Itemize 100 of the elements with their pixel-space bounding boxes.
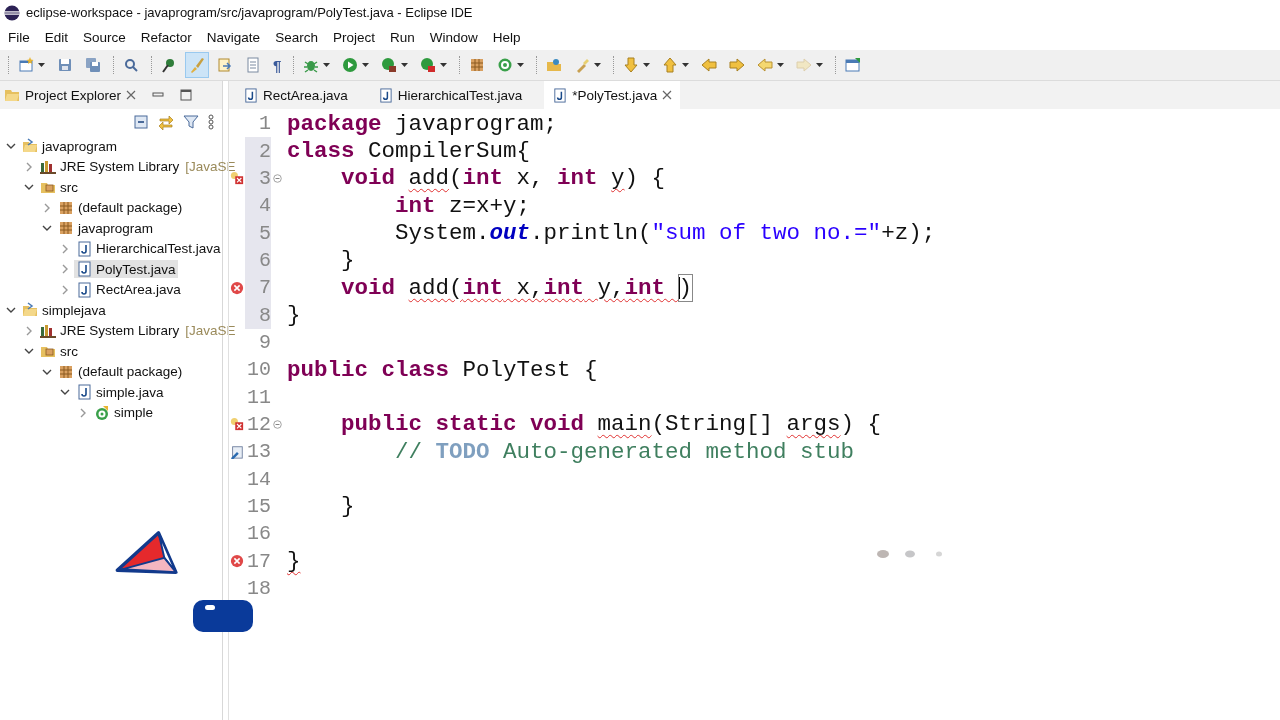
- run-coverage-icon: [381, 57, 398, 73]
- window-icon: [845, 57, 862, 73]
- editor-tab[interactable]: RectArea.java: [235, 81, 356, 109]
- filter-icon[interactable]: [183, 114, 199, 130]
- code-line: }: [287, 302, 301, 329]
- code-line: }: [341, 247, 355, 274]
- editor-tab[interactable]: *PolyTest.java: [544, 81, 681, 109]
- maximize-icon[interactable]: [180, 89, 193, 101]
- line-number: 5: [259, 221, 271, 245]
- code-line: }: [341, 493, 355, 520]
- menu-item[interactable]: Project: [327, 30, 380, 45]
- pin-icon: [161, 57, 177, 73]
- toolbar-button[interactable]: ¶: [269, 52, 286, 78]
- editor-tab[interactable]: HierarchicalTest.java: [369, 81, 531, 109]
- tree-item[interactable]: RectArea.java: [74, 280, 183, 299]
- code-line: System.out.println("sum of two no.="+z);: [395, 220, 936, 247]
- line-number: 14: [247, 467, 271, 491]
- arrow-left-icon: [701, 57, 718, 73]
- caret-icon: [362, 63, 370, 67]
- project-folder-icon: [22, 302, 38, 319]
- more-icon[interactable]: [208, 114, 214, 130]
- line-number: 12: [247, 412, 271, 436]
- java-file-icon: [377, 87, 393, 103]
- code-line: public static void main(String[] args) {: [341, 411, 882, 438]
- java-file-icon: [76, 384, 92, 401]
- line-number: 10: [247, 358, 271, 382]
- menu-item[interactable]: Help: [487, 30, 526, 45]
- tree-item[interactable]: (default package): [56, 362, 185, 381]
- java-file-icon: [552, 87, 568, 103]
- tree-item[interactable]: PolyTest.java: [74, 260, 178, 279]
- arrow-right-icon: [796, 57, 813, 73]
- line-number: 7: [259, 276, 271, 300]
- eclipse-logo-icon: [4, 4, 20, 21]
- tree-item[interactable]: src: [38, 178, 80, 197]
- collapse-all-icon[interactable]: [133, 114, 149, 130]
- menu-item[interactable]: File: [3, 30, 35, 45]
- caret-icon: [38, 63, 45, 67]
- class-icon: [497, 57, 514, 73]
- tree-item[interactable]: JRE System Library: [38, 157, 182, 176]
- menu-item[interactable]: Navigate: [201, 30, 266, 45]
- arrow-right-icon: [729, 57, 746, 73]
- line-number: 3: [259, 166, 271, 190]
- line-number: 18: [247, 577, 271, 600]
- class-icon: [94, 404, 110, 421]
- caret-icon: [594, 63, 602, 67]
- tree-item[interactable]: src: [38, 342, 80, 361]
- menu-item[interactable]: Window: [424, 30, 483, 45]
- line-number: 4: [259, 194, 271, 218]
- menu-item[interactable]: Source: [78, 30, 131, 45]
- code-line: // TODO Auto-generated method stub: [395, 438, 855, 465]
- tree-item[interactable]: (default package): [56, 198, 185, 217]
- line-number: 9: [259, 330, 271, 354]
- package-icon: [58, 220, 74, 237]
- tree-item[interactable]: JRE System Library: [38, 321, 182, 340]
- line-number: 11: [247, 385, 271, 409]
- package-icon: [469, 57, 486, 73]
- code-line: public class PolyTest {: [287, 356, 598, 383]
- menu-item[interactable]: Run: [384, 30, 420, 45]
- caret-icon: [643, 63, 651, 67]
- code-line: }: [287, 548, 301, 575]
- menu-item[interactable]: Edit: [39, 30, 74, 45]
- line-number: 2: [259, 139, 271, 163]
- fold-icon[interactable]: [272, 419, 282, 429]
- menu-item[interactable]: Refactor: [135, 30, 197, 45]
- line-number: 1: [259, 112, 271, 136]
- project-folder-icon: [22, 138, 38, 155]
- caret-icon: [440, 63, 448, 67]
- link-arrows-icon[interactable]: [158, 114, 174, 130]
- folder-icon: [4, 87, 20, 103]
- tree-item[interactable]: simple.java: [74, 383, 166, 402]
- tree-item[interactable]: simplejava: [20, 301, 108, 320]
- caret-icon: [777, 63, 785, 67]
- books-icon: [40, 158, 56, 175]
- tree-item[interactable]: javaprogram: [56, 219, 156, 238]
- error-icon: [230, 554, 244, 569]
- java-file-icon: [243, 87, 258, 103]
- code-line: class CompilerSum{: [287, 138, 531, 164]
- tree-item[interactable]: HierarchicalTest.java: [74, 239, 223, 258]
- line-number: 13: [247, 440, 271, 464]
- menu-item[interactable]: Search: [270, 30, 323, 45]
- code-line: int z=x+y;: [395, 192, 531, 219]
- line-number: 6: [259, 248, 271, 272]
- pill-shape: [193, 600, 253, 632]
- search-icon: [123, 57, 139, 73]
- line-number: 17: [247, 549, 271, 573]
- arrow-down-icon: [623, 57, 640, 73]
- java-file-icon: [76, 261, 92, 278]
- java-file-icon: [76, 240, 92, 257]
- tree-item[interactable]: javaprogram: [20, 137, 120, 156]
- fold-icon[interactable]: [272, 173, 282, 183]
- arrow-up-icon: [662, 57, 679, 73]
- tree-item[interactable]: simple: [92, 403, 155, 422]
- close-icon[interactable]: [126, 90, 137, 100]
- caret-icon: [682, 63, 690, 67]
- caret-icon: [816, 63, 824, 67]
- line-number: 16: [247, 522, 271, 546]
- new-file-icon: [18, 57, 34, 73]
- arrow-left-icon: [757, 57, 774, 73]
- package-icon: [58, 199, 74, 216]
- close-icon[interactable]: [662, 90, 673, 100]
